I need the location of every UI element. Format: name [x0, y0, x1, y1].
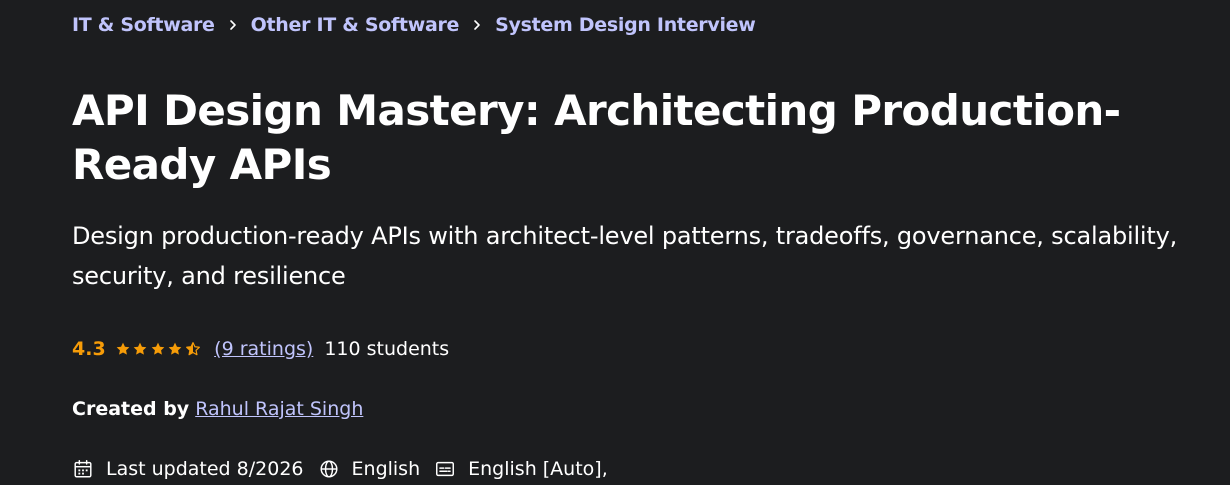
course-captions: English [Auto],	[434, 458, 608, 480]
breadcrumb-item-system-design-interview[interactable]: System Design Interview	[495, 14, 756, 36]
created-by-label: Created by	[72, 398, 190, 420]
students-count: 110 students	[324, 338, 450, 360]
course-subtitle: Design production-ready APIs with archit…	[72, 222, 1178, 290]
created-by-row: Created by Rahul Rajat Singh	[72, 396, 363, 422]
breadcrumb: IT & Software Other IT & Software System…	[72, 12, 756, 38]
star-rating	[115, 341, 203, 357]
captions-text: English [Auto],	[468, 458, 608, 480]
course-language: English	[318, 458, 421, 480]
ratings-count-link[interactable]: (9 ratings)	[214, 338, 313, 360]
chevron-right-icon	[459, 12, 495, 38]
rating-row: 4.3 (9 ratings) 110 students	[72, 336, 449, 362]
star-icon	[168, 342, 182, 355]
calendar-icon	[74, 460, 92, 478]
globe-icon	[319, 460, 338, 478]
instructor-link[interactable]: Rahul Rajat Singh	[195, 398, 363, 420]
course-title: API Design Mastery: Architecting Product…	[72, 86, 1121, 189]
last-updated: Last updated 8/2026	[72, 458, 304, 480]
star-half-icon	[185, 342, 200, 356]
course-meta-row: Last updated 8/2026 English English [Aut…	[72, 456, 622, 482]
breadcrumb-item-other-it-software[interactable]: Other IT & Software	[251, 14, 460, 36]
star-icon	[116, 342, 130, 355]
star-icon	[133, 342, 147, 355]
closed-captions-icon	[436, 461, 455, 477]
star-icon	[151, 342, 165, 355]
chevron-right-icon	[215, 12, 251, 38]
language-text: English	[351, 458, 421, 480]
breadcrumb-item-it-software[interactable]: IT & Software	[72, 14, 215, 36]
last-updated-text: Last updated 8/2026	[106, 458, 304, 480]
rating-value: 4.3	[72, 338, 106, 360]
